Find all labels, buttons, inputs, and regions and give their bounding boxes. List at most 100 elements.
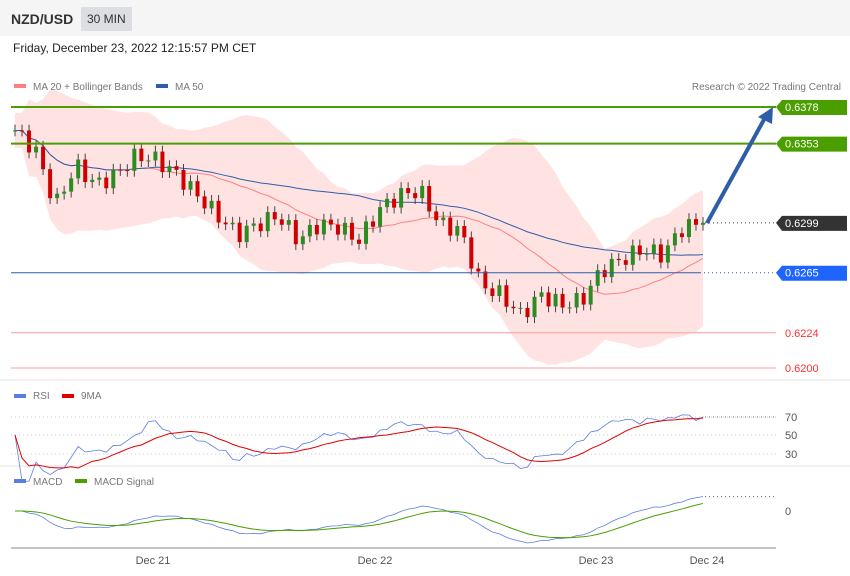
candle (637, 245, 642, 255)
legend-rsi-ma: 9MA (81, 391, 102, 402)
candle (48, 169, 53, 199)
candle (195, 181, 200, 197)
rsi-tick-50: 50 (785, 430, 797, 442)
candle (335, 224, 340, 235)
candle (581, 293, 586, 305)
candle (701, 222, 705, 225)
candle (609, 258, 614, 278)
candle (27, 130, 32, 153)
level-label-4: 0.6224 (785, 328, 819, 340)
legend-swatch-macd (14, 479, 26, 483)
candle (62, 191, 67, 194)
candle (286, 220, 291, 225)
candle (90, 179, 95, 183)
legend-macd-signal: MACD Signal (94, 477, 154, 488)
candle (342, 222, 347, 235)
candle (76, 159, 81, 179)
candle (567, 307, 572, 309)
candle (441, 217, 446, 221)
candle (434, 211, 439, 221)
legend-rsi: RSI (33, 391, 50, 402)
forecast-arrow (705, 115, 768, 224)
candle (679, 233, 684, 238)
candle (111, 169, 116, 189)
legend-swatch-ma20 (14, 84, 26, 88)
candle (371, 221, 376, 227)
candle (497, 285, 502, 297)
candle (427, 185, 432, 212)
candle (392, 198, 397, 208)
candle (258, 223, 263, 232)
candle (69, 178, 74, 192)
rsi-ma-line (14, 417, 704, 469)
candle (616, 258, 621, 261)
candle (455, 226, 460, 236)
candle (490, 288, 495, 297)
rsi-tick-30: 30 (785, 449, 797, 461)
candle (146, 160, 151, 162)
candle (672, 233, 677, 246)
x-tick: Dec 24 (690, 555, 725, 567)
candle (532, 296, 537, 318)
candle (560, 293, 565, 308)
rsi-line (14, 414, 704, 482)
level-label-5: 0.6200 (785, 363, 819, 375)
candle (321, 219, 326, 235)
candle (406, 188, 411, 194)
candle (413, 193, 418, 199)
candle (244, 225, 249, 243)
candle (349, 222, 354, 240)
legend-ma50: MA 50 (175, 82, 204, 93)
price-chart: MA 20 + Bollinger Bands MA 50 Research ©… (0, 82, 850, 567)
candle (644, 253, 649, 255)
candle (265, 212, 270, 232)
candle (483, 271, 488, 289)
x-tick: Dec 22 (358, 555, 393, 567)
candle (518, 307, 523, 309)
x-tick: Dec 23 (579, 555, 614, 567)
candle (574, 293, 579, 308)
bollinger-band (15, 89, 703, 365)
candle (293, 220, 298, 245)
level-label-0: 0.6378 (785, 102, 819, 114)
candle (41, 146, 46, 170)
candle (251, 223, 256, 226)
macd-tick-0: 0 (785, 506, 791, 518)
candle (399, 188, 404, 208)
candle (104, 177, 109, 189)
candle (216, 200, 221, 223)
x-tick: Dec 21 (136, 555, 171, 567)
candle (230, 222, 235, 225)
copyright: Research © 2022 Trading Central (692, 82, 841, 93)
candle (55, 193, 60, 199)
legend-swatch-ma50 (156, 84, 168, 88)
candle (272, 212, 277, 220)
level-label-1: 0.6353 (785, 139, 819, 151)
legend-swatch-rsi (14, 394, 26, 398)
candle (34, 146, 39, 153)
candle (174, 166, 179, 170)
candle (160, 151, 165, 173)
candle (328, 219, 333, 225)
candle (385, 198, 390, 208)
candle (139, 148, 144, 162)
level-label-2: 0.6299 (785, 218, 819, 230)
candle (357, 239, 361, 244)
candle (658, 244, 663, 263)
candle (623, 260, 628, 265)
forecast-arrowhead (758, 107, 773, 124)
candle (420, 185, 425, 199)
candle (378, 207, 383, 227)
legend-macd: MACD (33, 477, 62, 488)
candle (237, 222, 242, 243)
candle (202, 196, 207, 209)
candle (630, 245, 635, 265)
candle (693, 219, 698, 225)
candle (118, 169, 123, 171)
candle (153, 151, 158, 161)
candle (223, 222, 228, 225)
candle (364, 221, 369, 244)
rsi-tick-70: 70 (785, 412, 797, 424)
candle (307, 224, 312, 237)
candle (651, 244, 656, 254)
